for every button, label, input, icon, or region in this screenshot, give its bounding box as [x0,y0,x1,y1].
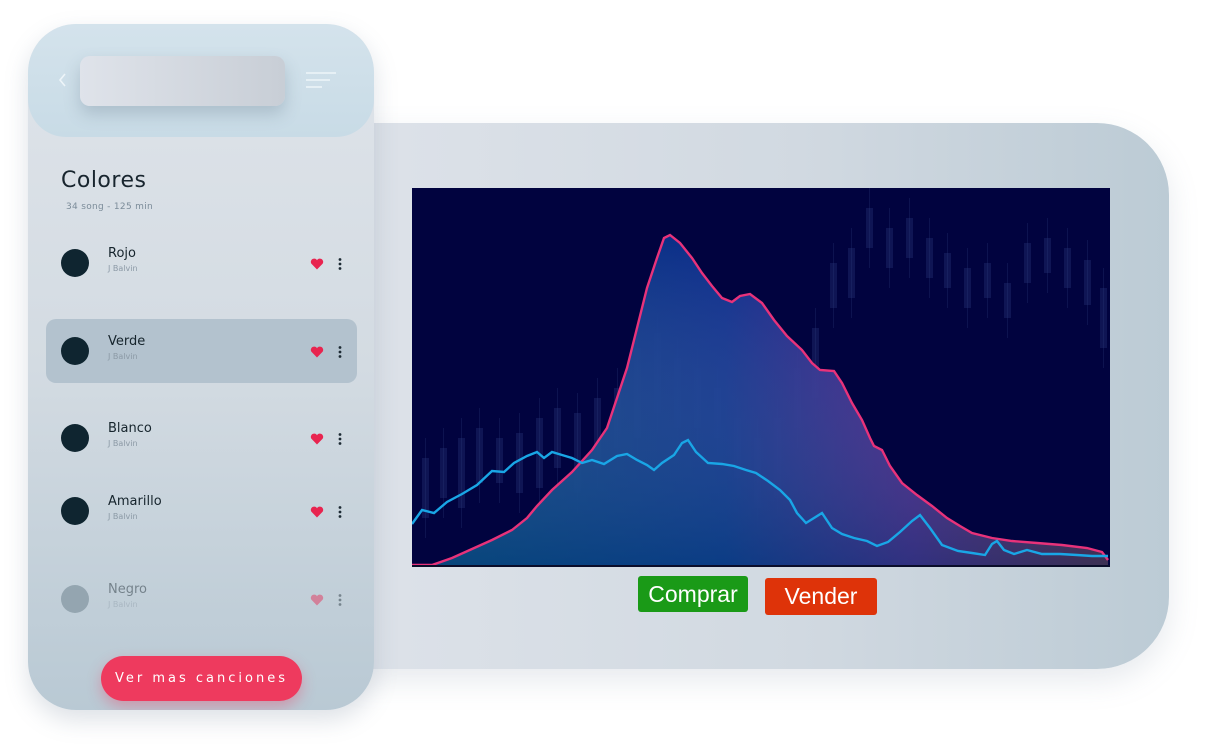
more-icon[interactable] [338,432,342,446]
song-artist: J Balvin [108,512,138,521]
playlist-panel: Colores 34 song - 125 min Rojo J Balvin … [28,24,374,710]
song-item[interactable]: Amarillo J Balvin [46,479,357,543]
more-icon[interactable] [338,257,342,271]
more-icon[interactable] [338,593,342,607]
song-cover [61,249,89,277]
song-artist: J Balvin [108,600,138,609]
playlist-header [28,24,374,137]
price-chart-svg [412,188,1110,567]
heart-icon[interactable] [310,506,324,518]
price-chart [412,188,1110,567]
heart-icon[interactable] [310,594,324,606]
heart-icon[interactable] [310,258,324,270]
song-cover [61,424,89,452]
song-title: Rojo [108,246,136,261]
playlist-title: Colores [61,168,147,193]
heart-icon[interactable] [310,433,324,445]
song-cover [61,337,89,365]
playlist-subtitle: 34 song - 125 min [66,202,154,212]
back-icon[interactable] [56,70,70,90]
heart-icon[interactable] [310,346,324,358]
song-item[interactable]: Rojo J Balvin [46,231,357,295]
see-more-songs-button[interactable]: Ver mas canciones [101,656,302,701]
song-artist: J Balvin [108,264,138,273]
song-artist: J Balvin [108,352,138,361]
pink-series-area-shade [412,235,1108,566]
song-cover [61,497,89,525]
more-icon[interactable] [338,345,342,359]
song-artist: J Balvin [108,439,138,448]
song-cover [61,585,89,613]
more-icon[interactable] [338,505,342,519]
song-title: Blanco [108,421,152,436]
song-item-selected[interactable]: Verde J Balvin [46,319,357,383]
song-item[interactable]: Negro J Balvin [46,567,357,631]
song-title: Amarillo [108,494,162,509]
song-title: Verde [108,334,146,349]
menu-icon[interactable] [304,70,338,90]
buy-button[interactable]: Comprar [638,576,748,612]
song-item[interactable]: Blanco J Balvin [46,406,357,470]
sell-button[interactable]: Vender [765,578,877,615]
search-field[interactable] [80,56,285,106]
song-title: Negro [108,582,147,597]
